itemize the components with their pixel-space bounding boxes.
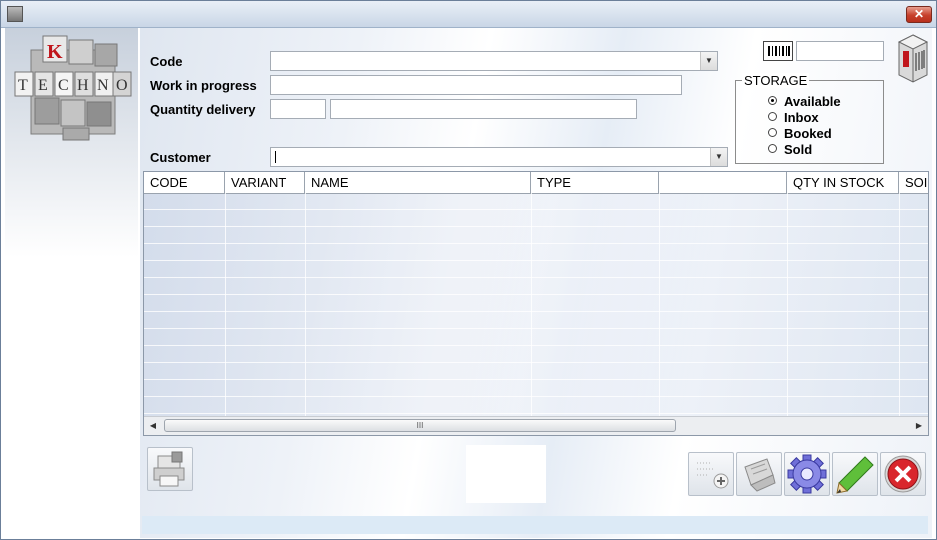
scroll-left-icon[interactable]: ◀ (147, 419, 159, 432)
column-header-variant[interactable]: VARIANT (225, 172, 305, 193)
chevron-down-icon[interactable]: ▼ (700, 52, 717, 70)
pencil-icon (836, 456, 874, 494)
stamp-button[interactable] (736, 452, 782, 496)
qty-delivery-field[interactable] (270, 99, 326, 119)
column-header-blank[interactable] (659, 172, 787, 193)
logo-letter-k: K (47, 41, 63, 63)
title-bar[interactable]: ✕ (1, 1, 936, 28)
chevron-down-icon[interactable]: ▼ (710, 148, 727, 166)
gear-icon (787, 454, 827, 494)
print-icon (153, 451, 185, 487)
column-header-name[interactable]: NAME (305, 172, 531, 193)
cancel-icon (884, 455, 922, 493)
code-combo[interactable]: ▼ (270, 51, 718, 71)
logo-letter-o: O (116, 77, 128, 94)
grid-divider (899, 193, 900, 417)
barcode-icon[interactable] (763, 41, 793, 61)
radio-button[interactable] (768, 112, 777, 121)
logo-letter-t: T (18, 77, 28, 94)
radio-button[interactable] (768, 128, 777, 137)
scroll-grip: III (416, 421, 424, 430)
wip-field[interactable] (270, 75, 682, 95)
qty-delivery-description-field[interactable] (330, 99, 637, 119)
radio-label-booked: Booked (784, 126, 832, 141)
grid-divider (531, 193, 532, 417)
add-icon (697, 462, 729, 489)
logo-letter-n: N (97, 77, 109, 94)
qty-delivery-label: Quantity delivery (150, 102, 256, 117)
app-icon (7, 6, 23, 22)
stamp-icon (744, 458, 776, 492)
add-button[interactable] (688, 452, 734, 496)
settings-button[interactable] (784, 452, 830, 496)
grid-divider (305, 193, 306, 417)
text-caret (275, 151, 276, 163)
status-strip (142, 516, 928, 534)
column-header-code[interactable]: CODE (144, 172, 225, 193)
code-label: Code (150, 54, 183, 69)
blank-area (466, 445, 546, 503)
scrollbar-thumb[interactable]: III (164, 419, 676, 432)
grid-header: CODE VARIANT NAME TYPE QTY IN STOCK SOI (144, 172, 928, 194)
print-button[interactable] (147, 447, 193, 491)
edit-button[interactable] (832, 452, 878, 496)
logo-letter-e: E (38, 77, 48, 94)
stock-grid[interactable]: CODE VARIANT NAME TYPE QTY IN STOCK SOI … (143, 171, 929, 436)
scroll-right-icon[interactable]: ▶ (913, 419, 925, 432)
radio-button[interactable] (768, 144, 777, 153)
customer-combo[interactable]: ▼ (270, 147, 728, 167)
wip-label: Work in progress (150, 78, 257, 93)
column-header-qty-in-stock[interactable]: QTY IN STOCK (787, 172, 899, 193)
logo-letter-h: H (77, 77, 89, 94)
radio-button[interactable] (768, 96, 777, 105)
column-header-type[interactable]: TYPE (531, 172, 659, 193)
storage-group: STORAGE Available Inbox Booked Sold (735, 73, 884, 164)
barcode-field[interactable] (796, 41, 884, 61)
radio-label-inbox: Inbox (784, 110, 819, 125)
close-icon: ✕ (913, 7, 925, 21)
radio-label-available: Available (784, 94, 841, 109)
grid-divider (659, 193, 660, 417)
column-header-soi[interactable]: SOI (899, 172, 928, 193)
horizontal-scrollbar[interactable]: ◀ III ▶ (144, 416, 928, 435)
techno-logo: K T E C H N O (14, 35, 132, 141)
exit-button[interactable] (880, 452, 926, 496)
left-panel: K T E C H N O (5, 28, 138, 538)
grid-rows[interactable] (144, 193, 928, 417)
radio-label-sold: Sold (784, 142, 813, 157)
cube-icon[interactable] (897, 33, 929, 83)
grid-divider (787, 193, 788, 417)
customer-label: Customer (150, 150, 211, 165)
close-button[interactable]: ✕ (906, 6, 932, 23)
logo-letter-c: C (58, 77, 69, 94)
main-window: ✕ K T E C H N O Code Work in progress Qu… (0, 0, 937, 540)
grid-divider (225, 193, 226, 417)
storage-legend: STORAGE (742, 73, 810, 88)
